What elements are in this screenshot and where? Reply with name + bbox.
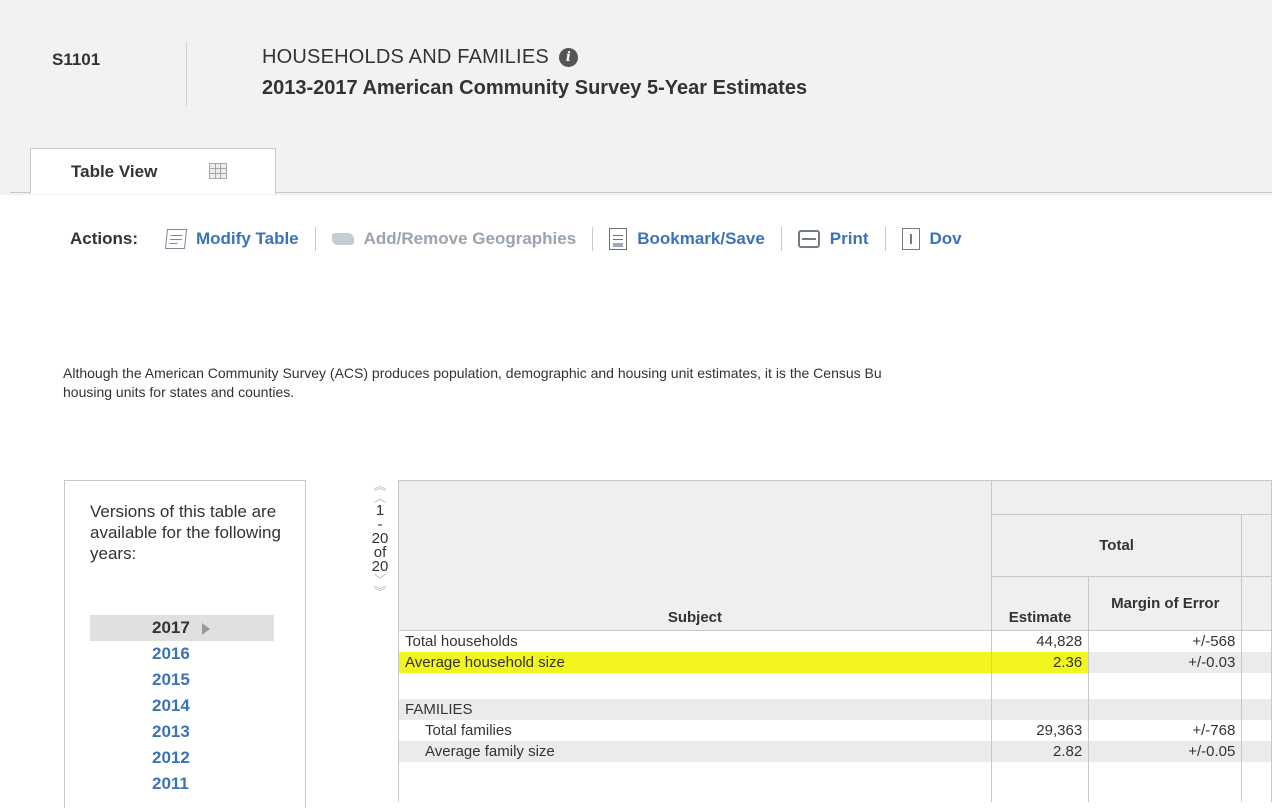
- row-moe: [1088, 761, 1243, 802]
- table-row-highlighted: Average household size 2.36 +/-0.03: [398, 651, 1272, 673]
- actions-bar: Actions: Modify Table Add/Remove Geograp…: [70, 226, 962, 252]
- download-button[interactable]: Dov: [901, 228, 962, 250]
- row-moe: +/-0.03: [1088, 651, 1243, 673]
- add-remove-geographies-button[interactable]: Add/Remove Geographies: [331, 229, 577, 249]
- last-page-icon[interactable]: ︾: [365, 586, 395, 598]
- table-row: [398, 761, 1272, 802]
- row-subject: Average household size: [398, 651, 992, 673]
- bookmark-save-label: Bookmark/Save: [637, 229, 765, 248]
- blank-subheader: [1241, 576, 1272, 631]
- total-group-header: Total: [990, 514, 1243, 577]
- tab-table-view[interactable]: Table View: [30, 148, 276, 194]
- page-title: HOUSEHOLDS AND FAMILIES i: [262, 46, 578, 69]
- print-label: Print: [829, 229, 869, 248]
- pager-total: 20: [371, 558, 389, 575]
- row-blank: [1241, 651, 1272, 673]
- subject-header-label: Subject: [667, 609, 723, 626]
- row-moe: [1088, 698, 1243, 720]
- page-subtitle: 2013-2017 American Community Survey 5-Ye…: [262, 77, 808, 99]
- subject-header: Subject: [398, 480, 992, 631]
- geography-icon: [331, 233, 354, 245]
- modify-table-label: Modify Table: [196, 229, 299, 248]
- row-subject: FAMILIES: [398, 698, 992, 720]
- action-separator: [884, 227, 886, 251]
- row-subject: [398, 672, 992, 699]
- modify-table-button[interactable]: Modify Table: [164, 229, 299, 249]
- row-blank: [1241, 698, 1272, 720]
- table-row: Total families 29,363 +/-768: [398, 719, 1272, 741]
- row-blank: [1241, 630, 1272, 652]
- row-estimate: 2.82: [990, 740, 1090, 762]
- table-row: Average family size 2.82 +/-0.05: [398, 740, 1272, 762]
- year-label: 2017: [152, 618, 190, 637]
- row-pager: ︽ ︿ 1 - 20 of 20 ﹀ ︾: [365, 480, 395, 598]
- row-estimate: 29,363: [990, 719, 1090, 741]
- action-separator: [592, 227, 594, 251]
- row-estimate: 44,828: [990, 630, 1090, 652]
- versions-text: Versions of this table are available for…: [90, 502, 281, 563]
- row-estimate: [990, 698, 1090, 720]
- row-estimate: [990, 761, 1090, 802]
- row-subject: Total families: [398, 719, 992, 741]
- row-blank: [1241, 761, 1272, 802]
- download-icon: [901, 228, 920, 250]
- versions-panel: Versions of this table are available for…: [64, 480, 306, 808]
- row-moe: +/-568: [1088, 630, 1243, 652]
- action-separator: [780, 227, 782, 251]
- row-moe: +/-768: [1088, 719, 1243, 741]
- description-line-1: Although the American Community Survey (…: [63, 365, 882, 381]
- bookmark-save-button[interactable]: Bookmark/Save: [609, 228, 765, 250]
- tab-table-view-label: Table View: [71, 162, 158, 181]
- table-description: Although the American Community Survey (…: [63, 364, 1272, 402]
- year-item-selected[interactable]: 2017: [90, 615, 274, 641]
- year-link[interactable]: 2015: [90, 667, 274, 693]
- print-icon: [797, 230, 820, 248]
- year-link[interactable]: 2013: [90, 719, 274, 745]
- actions-label: Actions:: [70, 229, 138, 248]
- row-blank: [1241, 719, 1272, 741]
- info-icon[interactable]: i: [558, 48, 578, 68]
- row-estimate: 2.36: [990, 651, 1090, 673]
- table-row: Total households 44,828 +/-568: [398, 630, 1272, 652]
- year-list: 2017 2016 2015 2014 2013 2012 2011: [90, 615, 274, 797]
- page-title-text: HOUSEHOLDS AND FAMILIES: [262, 46, 549, 69]
- grid-icon: [209, 163, 227, 179]
- table-row: FAMILIES: [398, 698, 1272, 720]
- add-remove-geographies-label: Add/Remove Geographies: [363, 229, 577, 248]
- blank-subheader: [1241, 514, 1272, 577]
- action-separator: [314, 227, 316, 251]
- header-divider: [186, 42, 187, 106]
- year-link[interactable]: 2014: [90, 693, 274, 719]
- download-label: Dov: [929, 229, 962, 248]
- row-moe: +/-0.05: [1088, 740, 1243, 762]
- data-table: Subject Total Estimate Margin of Error T…: [398, 480, 1272, 802]
- moe-header: Margin of Error: [1088, 576, 1243, 631]
- bookmark-icon: [609, 228, 628, 250]
- selected-arrow-icon: [201, 622, 210, 635]
- row-moe: [1088, 672, 1243, 699]
- row-subject: Total households: [398, 630, 992, 652]
- print-button[interactable]: Print: [797, 229, 869, 249]
- description-line-2: housing units for states and counties.: [63, 384, 295, 400]
- year-link[interactable]: 2012: [90, 745, 274, 771]
- year-link[interactable]: 2011: [90, 771, 274, 797]
- row-subject: [398, 761, 992, 802]
- row-blank: [1241, 672, 1272, 699]
- blank-group-header: [990, 480, 1272, 515]
- estimate-header: Estimate: [990, 576, 1090, 631]
- row-blank: [1241, 740, 1272, 762]
- table-id: S1101: [52, 50, 101, 69]
- year-link[interactable]: 2016: [90, 641, 274, 667]
- row-subject: Average family size: [398, 740, 992, 762]
- table-row: [398, 672, 1272, 699]
- modify-table-icon: [164, 229, 188, 249]
- row-estimate: [990, 672, 1090, 699]
